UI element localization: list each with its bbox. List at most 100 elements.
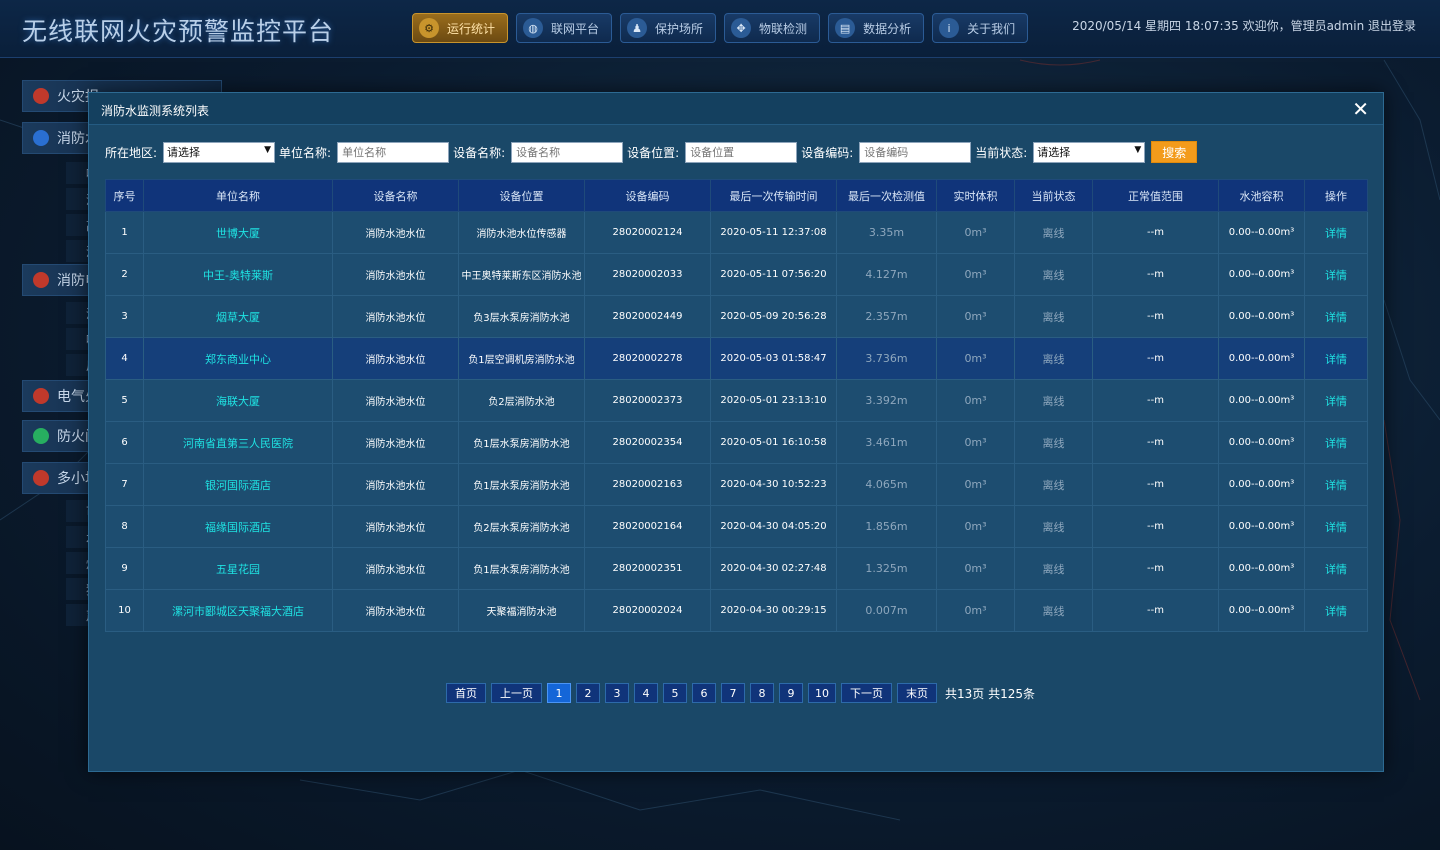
search-button[interactable]: 搜索 [1151, 141, 1198, 163]
row-index: 10 [105, 589, 144, 632]
unit-name-link[interactable]: 中王-奥特莱斯 [143, 253, 333, 296]
last-value: 3.392m [836, 379, 937, 422]
detail-link[interactable]: 详情 [1304, 463, 1368, 506]
first-page-button[interactable]: 首页 [446, 683, 486, 703]
page-number-button[interactable]: 8 [750, 683, 774, 703]
page-number-button[interactable]: 2 [576, 683, 600, 703]
nav-button-5[interactable]: i 关于我们 [932, 13, 1029, 43]
device-code-input[interactable] [859, 141, 972, 163]
realtime-volume: 0m³ [936, 547, 1015, 590]
device-name: 消防水池水位 [332, 337, 459, 380]
page-number-button[interactable]: 1 [547, 683, 571, 703]
unit-name-link[interactable]: 烟草大厦 [143, 295, 333, 338]
modal-header: 消防水监测系统列表 ✕ [89, 93, 1383, 125]
nav-button-2[interactable]: ♟ 保护场所 [620, 13, 717, 43]
detail-link[interactable]: 详情 [1304, 337, 1368, 380]
page-number-button[interactable]: 5 [663, 683, 687, 703]
unit-name-link[interactable]: 世博大厦 [143, 211, 333, 254]
device-position: 负3层水泵房消防水池 [458, 295, 585, 338]
last-value: 3.736m [836, 337, 937, 380]
table-row[interactable]: 2 中王-奥特莱斯 消防水池水位 中王奥特莱斯东区消防水池 28020002033 202… [105, 253, 1368, 296]
modal-title: 消防水监测系统列表 [101, 104, 210, 118]
device-name: 消防水池水位 [332, 379, 459, 422]
nav-button-4[interactable]: ▤ 数据分析 [828, 13, 925, 43]
nav-button-0[interactable]: ⚙ 运行统计 [412, 13, 509, 43]
last-transmit-time: 2020-04-30 00:29:15 [710, 589, 837, 632]
detail-link[interactable]: 详情 [1304, 211, 1368, 254]
detail-link[interactable]: 详情 [1304, 421, 1368, 464]
device-name-input[interactable] [511, 141, 624, 163]
pool-capacity: 0.00--0.00m³ [1218, 295, 1305, 338]
table-row[interactable]: 7 银河国际酒店 消防水池水位 负1层水泵房消防水池 28020002163 2020-0… [105, 463, 1368, 506]
table-row[interactable]: 5 海联大厦 消防水池水位 负2层消防水池 28020002373 2020-05-01 … [105, 379, 1368, 422]
table-row[interactable]: 9 五星花园 消防水池水位 负1层水泵房消防水池 28020002351 2020-04-… [105, 547, 1368, 590]
page-number-button[interactable]: 10 [808, 683, 836, 703]
device-label: 设备名称: [453, 145, 506, 160]
detail-link[interactable]: 详情 [1304, 295, 1368, 338]
nav-label: 运行统计 [447, 21, 496, 36]
table-row[interactable]: 8 福缘国际酒店 消防水池水位 负2层水泵房消防水池 28020002164 2020-0… [105, 505, 1368, 548]
last-value: 2.357m [836, 295, 937, 338]
prev-page-button[interactable]: 上一页 [491, 683, 542, 703]
unit-name-link[interactable]: 漯河市郾城区天聚福大酒店 [143, 589, 333, 632]
nav-button-1[interactable]: ◍ 联网平台 [516, 13, 613, 43]
column-header: 正常值范围 [1092, 179, 1219, 212]
unit-name-link[interactable]: 海联大厦 [143, 379, 333, 422]
code-label: 设备编码: [801, 145, 854, 160]
normal-range: --m [1092, 253, 1219, 296]
unit-name-link[interactable]: 五星花园 [143, 547, 333, 590]
detail-link[interactable]: 详情 [1304, 379, 1368, 422]
normal-range: --m [1092, 337, 1219, 380]
category-icon [33, 88, 49, 104]
page-number-button[interactable]: 3 [605, 683, 629, 703]
page-number-button[interactable]: 7 [721, 683, 745, 703]
device-name: 消防水池水位 [332, 505, 459, 548]
current-state: 离线 [1014, 295, 1093, 338]
table-row[interactable]: 10 漯河市郾城区天聚福大酒店 消防水池水位 天聚福消防水池 28020002024 20… [105, 589, 1368, 632]
close-icon[interactable]: ✕ [1352, 97, 1369, 121]
device-name: 消防水池水位 [332, 463, 459, 506]
column-header: 设备名称 [332, 179, 459, 212]
next-page-button[interactable]: 下一页 [841, 683, 892, 703]
table-row[interactable]: 6 河南省直第三人民医院 消防水池水位 负1层水泵房消防水池 28020002354 20… [105, 421, 1368, 464]
main-nav: ⚙ 运行统计 ◍ 联网平台 ♟ 保护场所 ✥ 物联检测 ▤ 数据分析 i 关于我们 [412, 13, 1029, 43]
state-select[interactable]: 请选择 ▼ [1033, 141, 1146, 163]
category-icon [33, 130, 49, 146]
last-page-button[interactable]: 末页 [897, 683, 937, 703]
device-position: 负1层空调机房消防水池 [458, 337, 585, 380]
table-row[interactable]: 1 世博大厦 消防水池水位 消防水池水位传感器 28020002124 2020-05-1… [105, 211, 1368, 254]
page-number-button[interactable]: 6 [692, 683, 716, 703]
last-transmit-time: 2020-05-11 07:56:20 [710, 253, 837, 296]
device-position-input[interactable] [685, 141, 798, 163]
page-number-button[interactable]: 4 [634, 683, 658, 703]
page-number-button[interactable]: 9 [779, 683, 803, 703]
detail-link[interactable]: 详情 [1304, 253, 1368, 296]
realtime-volume: 0m³ [936, 421, 1015, 464]
state-label: 当前状态: [975, 145, 1028, 160]
nav-button-3[interactable]: ✥ 物联检测 [724, 13, 821, 43]
region-select[interactable]: 请选择 ▼ [163, 141, 276, 163]
table-row[interactable]: 3 烟草大厦 消防水池水位 负3层水泵房消防水池 28020002449 2020-05-… [105, 295, 1368, 338]
row-index: 9 [105, 547, 144, 590]
unit-name-link[interactable]: 河南省直第三人民医院 [143, 421, 333, 464]
filter-bar: 所在地区: 请选择 ▼ 单位名称: 设备名称: 设备位置: 设备编码: 当前状态… [105, 141, 1198, 163]
device-code: 28020002124 [584, 211, 711, 254]
unit-name-link[interactable]: 福缘国际酒店 [143, 505, 333, 548]
unit-name-link[interactable]: 郑东商业中心 [143, 337, 333, 380]
detail-link[interactable]: 详情 [1304, 505, 1368, 548]
unit-name-link[interactable]: 银河国际酒店 [143, 463, 333, 506]
pool-capacity: 0.00--0.00m³ [1218, 547, 1305, 590]
detail-link[interactable]: 详情 [1304, 589, 1368, 632]
unit-name-input[interactable] [337, 141, 450, 163]
device-code: 28020002024 [584, 589, 711, 632]
table-row[interactable]: 4 郑东商业中心 消防水池水位 负1层空调机房消防水池 28020002278 2020-… [105, 337, 1368, 380]
column-header: 实时体积 [936, 179, 1015, 212]
detail-link[interactable]: 详情 [1304, 547, 1368, 590]
unit-label: 单位名称: [279, 145, 332, 160]
state-select-value: 请选择 [1037, 146, 1071, 159]
page-total: 共13页 共125条 [945, 686, 1035, 701]
realtime-volume: 0m³ [936, 337, 1015, 380]
device-position: 中王奥特莱斯东区消防水池 [458, 253, 585, 296]
nav-label: 数据分析 [863, 21, 912, 36]
current-state: 离线 [1014, 379, 1093, 422]
